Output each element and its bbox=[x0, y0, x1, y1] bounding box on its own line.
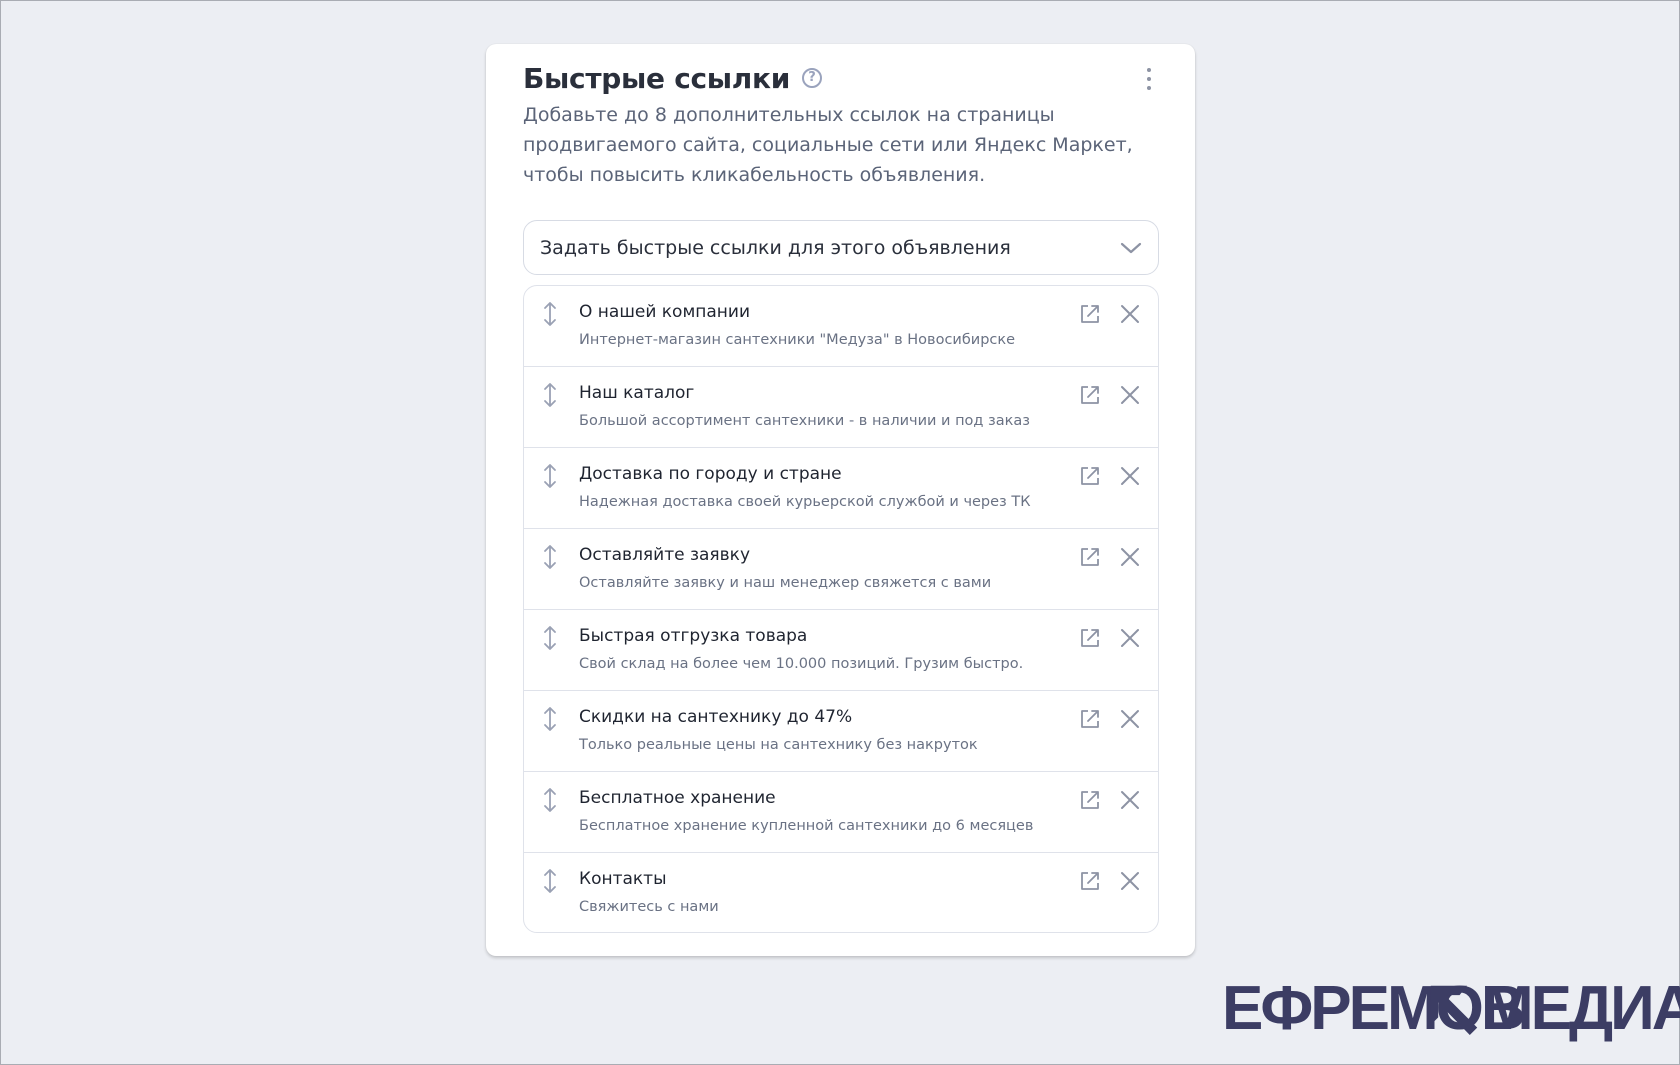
link-row[interactable]: Бесплатное хранение Бесплатное хранение … bbox=[524, 772, 1158, 853]
link-description: Интернет-магазин сантехники "Медуза" в Н… bbox=[579, 332, 1016, 348]
drag-vertical-icon[interactable] bbox=[542, 706, 558, 732]
link-description: Только реальные цены на сантехнику без н… bbox=[579, 737, 978, 753]
link-title: Доставка по городу и стране bbox=[579, 464, 842, 484]
link-row[interactable]: Оставляйте заявку Оставляйте заявку и на… bbox=[524, 529, 1158, 610]
quick-links-dropdown[interactable]: Задать быстрые ссылки для этого объявлен… bbox=[523, 220, 1159, 275]
drag-vertical-icon[interactable] bbox=[542, 382, 558, 408]
link-title: Оставляйте заявку bbox=[579, 545, 751, 565]
drag-vertical-icon[interactable] bbox=[542, 544, 558, 570]
quick-links-card: Быстрые ссылки ? Добавьте до 8 дополните… bbox=[486, 44, 1195, 956]
link-description: Бесплатное хранение купленной сантехники… bbox=[579, 818, 1034, 834]
card-title: Быстрые ссылки bbox=[523, 61, 791, 95]
card-description: Добавьте до 8 дополнительных ссылок на с… bbox=[523, 104, 1133, 186]
close-icon[interactable] bbox=[1118, 869, 1142, 893]
help-icon[interactable]: ? bbox=[802, 68, 823, 88]
link-title: Наш каталог bbox=[579, 383, 695, 403]
external-link-icon[interactable] bbox=[1079, 789, 1101, 811]
logo-arrow-icon bbox=[1430, 985, 1478, 1035]
close-icon[interactable] bbox=[1118, 383, 1142, 407]
drag-vertical-icon[interactable] bbox=[542, 787, 558, 813]
external-link-icon[interactable] bbox=[1079, 303, 1101, 325]
external-link-icon[interactable] bbox=[1079, 708, 1101, 730]
external-link-icon[interactable] bbox=[1079, 870, 1101, 892]
link-row[interactable]: Скидки на сантехнику до 47% Только реаль… bbox=[524, 691, 1158, 772]
more-menu-icon[interactable] bbox=[1136, 64, 1162, 94]
external-link-icon[interactable] bbox=[1079, 465, 1101, 487]
link-description: Свой склад на более чем 10.000 позиций. … bbox=[579, 656, 1024, 672]
drag-vertical-icon[interactable] bbox=[542, 463, 558, 489]
link-title: Быстрая отгрузка товара bbox=[579, 626, 808, 646]
drag-vertical-icon[interactable] bbox=[542, 625, 558, 651]
link-row[interactable]: Контакты Свяжитесь с нами bbox=[524, 853, 1158, 932]
logo-word-right: МЕДИА bbox=[1482, 974, 1680, 1043]
quick-links-list: О нашей компании Интернет-магазин сантех… bbox=[523, 285, 1159, 933]
link-row[interactable]: Быстрая отгрузка товара Свой склад на бо… bbox=[524, 610, 1158, 691]
external-link-icon[interactable] bbox=[1079, 546, 1101, 568]
close-icon[interactable] bbox=[1118, 302, 1142, 326]
chevron-down-icon bbox=[1120, 242, 1142, 253]
card-header: Быстрые ссылки ? bbox=[523, 56, 1158, 100]
link-row[interactable]: Наш каталог Большой ассортимент сантехни… bbox=[524, 367, 1158, 448]
close-icon[interactable] bbox=[1118, 626, 1142, 650]
close-icon[interactable] bbox=[1118, 545, 1142, 569]
link-title: Бесплатное хранение bbox=[579, 788, 776, 808]
dropdown-label: Задать быстрые ссылки для этого объявлен… bbox=[540, 236, 1011, 259]
link-title: О нашей компании bbox=[579, 302, 751, 322]
external-link-icon[interactable] bbox=[1079, 384, 1101, 406]
link-title: Скидки на сантехнику до 47% bbox=[579, 707, 853, 727]
link-title: Контакты bbox=[579, 869, 667, 889]
link-row[interactable]: О нашей компании Интернет-магазин сантех… bbox=[524, 286, 1158, 367]
link-row[interactable]: Доставка по городу и стране Надежная дос… bbox=[524, 448, 1158, 529]
link-description: Свяжитесь с нами bbox=[579, 899, 719, 915]
efremov-media-logo: ЕФРЕМОВ МЕДИА bbox=[1222, 978, 1680, 1040]
link-description: Большой ассортимент сантехники - в налич… bbox=[579, 413, 1031, 429]
close-icon[interactable] bbox=[1118, 707, 1142, 731]
close-icon[interactable] bbox=[1118, 464, 1142, 488]
external-link-icon[interactable] bbox=[1079, 627, 1101, 649]
drag-vertical-icon[interactable] bbox=[542, 868, 558, 894]
link-description: Надежная доставка своей курьерской служб… bbox=[579, 494, 1031, 510]
drag-vertical-icon[interactable] bbox=[542, 301, 558, 327]
link-description: Оставляйте заявку и наш менеджер свяжетс… bbox=[579, 575, 992, 591]
close-icon[interactable] bbox=[1118, 788, 1142, 812]
